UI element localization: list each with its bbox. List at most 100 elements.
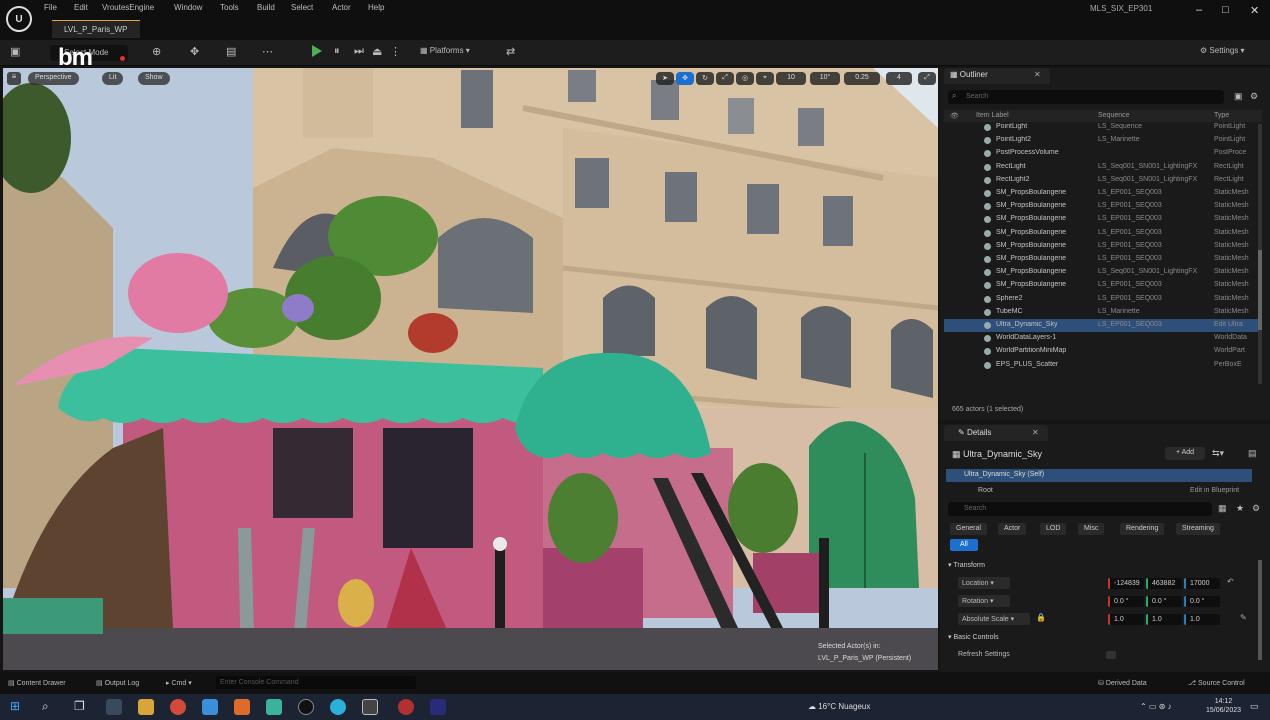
- menu-tools[interactable]: Tools: [220, 3, 239, 12]
- scale-dropdown[interactable]: Absolute Scale ▾: [958, 613, 1030, 625]
- scale-lock-icon[interactable]: 🔒: [1036, 613, 1046, 622]
- taskbar-clock[interactable]: 14:12 15/06/2023: [1206, 697, 1241, 715]
- category-streaming[interactable]: Streaming: [1176, 523, 1220, 535]
- outliner-row[interactable]: SM_PropsBoulangerie LS_EP001_SEQ003 Static…: [944, 187, 1260, 200]
- console-command-input[interactable]: Enter Console Command: [216, 676, 416, 689]
- outliner-row[interactable]: TubeMC LS_Marinette StaticMesh: [944, 306, 1260, 319]
- details-lock-icon[interactable]: ▤: [1248, 448, 1257, 459]
- platforms-button[interactable]: ▦ Platforms ▾: [420, 46, 470, 55]
- taskbar-app-record-icon[interactable]: [398, 699, 414, 715]
- taskbar-app-unreal-icon[interactable]: [298, 699, 314, 715]
- menu-help[interactable]: Help: [368, 3, 384, 12]
- skip-icon[interactable]: ⏭: [354, 45, 364, 58]
- menu-vroutes-engine[interactable]: VroutesEngine: [102, 3, 154, 12]
- component-self-row[interactable]: Ultra_Dynamic_Sky (Self): [946, 469, 1252, 482]
- menu-select[interactable]: Select: [291, 3, 313, 12]
- taskbar-app-store-icon[interactable]: [202, 699, 218, 715]
- outliner-scroll-thumb[interactable]: [1258, 250, 1262, 330]
- play-button[interactable]: [312, 45, 322, 57]
- outliner-row[interactable]: WorldPartitionMiniMap WorldPart: [944, 345, 1260, 358]
- outliner-row[interactable]: PointLight2 LS_Marinette PointLight: [944, 134, 1260, 147]
- content-drawer-button[interactable]: ▤ Content Drawer: [8, 679, 66, 687]
- category-general[interactable]: General: [950, 523, 987, 535]
- rotation-z-input[interactable]: 0.0 °: [1184, 596, 1220, 607]
- add-component-button[interactable]: + Add: [1165, 447, 1205, 460]
- level-tab[interactable]: LVL_P_Paris_WP: [52, 20, 140, 38]
- category-rendering[interactable]: Rendering: [1120, 523, 1165, 535]
- close-icon[interactable]: ✕: [1250, 4, 1259, 17]
- outliner-settings-icon[interactable]: ⚙: [1250, 91, 1258, 102]
- maximize-icon[interactable]: □: [1222, 4, 1229, 16]
- favorites-icon[interactable]: ★: [1236, 503, 1244, 514]
- scale-z-input[interactable]: 1.0: [1184, 614, 1220, 625]
- category-lod[interactable]: LOD: [1040, 523, 1067, 535]
- outliner-row[interactable]: PostProcessVolume PostProce: [944, 147, 1260, 160]
- surface-snap-icon[interactable]: ⌖: [756, 72, 774, 85]
- angle-snap-button[interactable]: 10°: [810, 72, 840, 85]
- grid-snap-button[interactable]: 10: [776, 72, 806, 85]
- add-folder-icon[interactable]: ▣: [1234, 91, 1243, 102]
- minimize-icon[interactable]: –: [1196, 4, 1202, 16]
- details-close-icon[interactable]: ✕: [1032, 428, 1039, 437]
- scale-y-input[interactable]: 1.0: [1146, 614, 1182, 625]
- details-settings-icon[interactable]: ⚙: [1252, 503, 1260, 514]
- viewport-menu-icon[interactable]: ≡: [7, 72, 21, 85]
- outliner-row[interactable]: RectLight LS_Seq001_SN001_LightingFX RectL…: [944, 161, 1260, 174]
- unreal-logo-icon[interactable]: U: [6, 6, 32, 32]
- cinematics-icon[interactable]: ⋯: [262, 45, 273, 58]
- weather-widget[interactable]: ☁ 16°C Nuageux: [808, 702, 870, 711]
- rotation-y-input[interactable]: 0.0 °: [1146, 596, 1182, 607]
- move-tool-icon[interactable]: ✥: [676, 72, 694, 85]
- location-dropdown[interactable]: Location ▾: [958, 577, 1010, 589]
- blueprint-icon[interactable]: ▤: [226, 45, 236, 58]
- outliner-row[interactable]: SM_PropsBoulangerie LS_Seq001_SN001_Light…: [944, 266, 1260, 279]
- settings-button[interactable]: ⚙ Settings ▾: [1200, 46, 1245, 55]
- transform-section-header[interactable]: ▾ Transform: [948, 561, 985, 569]
- outliner-row[interactable]: SM_PropsBoulangerie LS_EP001_SEQ003 Static…: [944, 253, 1260, 266]
- edit-in-blueprint-link[interactable]: Edit in Blueprint: [1190, 487, 1239, 494]
- outliner-row[interactable]: SM_PropsBoulangerie LS_EP001_SEQ003 Static…: [944, 200, 1260, 213]
- save-icon[interactable]: ▣: [10, 45, 20, 58]
- cmd-dropdown[interactable]: ▸ Cmd ▾: [166, 679, 192, 687]
- show-button[interactable]: Show: [138, 72, 170, 85]
- outliner-search-input[interactable]: Search: [948, 90, 1224, 104]
- category-all[interactable]: All: [950, 539, 978, 551]
- refresh-settings-checkbox[interactable]: [1106, 651, 1116, 659]
- details-scrollbar[interactable]: [1258, 560, 1262, 660]
- visibility-col-icon[interactable]: 👁: [950, 112, 959, 120]
- windows-start-icon[interactable]: ⊞: [10, 699, 20, 713]
- outliner-row[interactable]: Sphere2 LS_EP001_SEQ003 StaticMesh: [944, 293, 1260, 306]
- taskbar-app-explorer-icon[interactable]: [106, 699, 122, 715]
- category-misc[interactable]: Misc: [1078, 523, 1105, 535]
- outliner-row[interactable]: RectLight2 LS_Seq001_SN001_LightingFX Rect…: [944, 174, 1260, 187]
- category-actor[interactable]: Actor: [998, 523, 1027, 535]
- location-y-input[interactable]: 463882: [1146, 578, 1182, 589]
- menu-window[interactable]: Window: [174, 3, 202, 12]
- source-control-button[interactable]: ⎇ Source Control: [1188, 679, 1245, 687]
- world-local-icon[interactable]: ◎: [736, 72, 754, 85]
- taskbar-app-chrome-icon[interactable]: [170, 699, 186, 715]
- outliner-row[interactable]: SM_PropsBoulangerie LS_EP001_SEQ003 Static…: [944, 227, 1260, 240]
- taskbar-app-maps-icon[interactable]: [266, 699, 282, 715]
- sync-icon[interactable]: ⇄: [506, 45, 515, 58]
- taskbar-app-premiere-icon[interactable]: [430, 699, 446, 715]
- output-log-button[interactable]: ▤ Output Log: [96, 679, 139, 687]
- rotate-tool-icon[interactable]: ↻: [696, 72, 714, 85]
- derived-data-button[interactable]: ⛁ Derived Data: [1098, 679, 1147, 687]
- taskbar-app-folder-icon[interactable]: [138, 699, 154, 715]
- scale-x-input[interactable]: 1.0: [1108, 614, 1144, 625]
- outliner-row[interactable]: Ultra_Dynamic_Sky LS_EP001_SEQ003 Edit Ult…: [944, 319, 1260, 332]
- outliner-row[interactable]: SM_PropsBoulangerie LS_EP001_SEQ003 Static…: [944, 240, 1260, 253]
- outliner-row[interactable]: WorldDataLayers-1 WorldData: [944, 332, 1260, 345]
- col-item-label[interactable]: Item Label: [976, 112, 1009, 119]
- mobility-icon[interactable]: ✎: [1240, 613, 1247, 622]
- rotation-dropdown[interactable]: Rotation ▾: [958, 595, 1010, 607]
- outliner-row[interactable]: SM_PropsBoulangerie LS_EP001_SEQ003 Static…: [944, 213, 1260, 226]
- menu-edit[interactable]: Edit: [74, 3, 88, 12]
- scale-snap-button[interactable]: 0.25: [844, 72, 880, 85]
- outliner-row[interactable]: SM_PropsBoulangerie LS_EP001_SEQ003 Static…: [944, 279, 1260, 292]
- location-z-input[interactable]: 17000: [1184, 578, 1220, 589]
- details-search-input[interactable]: Search: [948, 502, 1212, 516]
- col-type[interactable]: Type: [1214, 112, 1229, 119]
- menu-build[interactable]: Build: [257, 3, 275, 12]
